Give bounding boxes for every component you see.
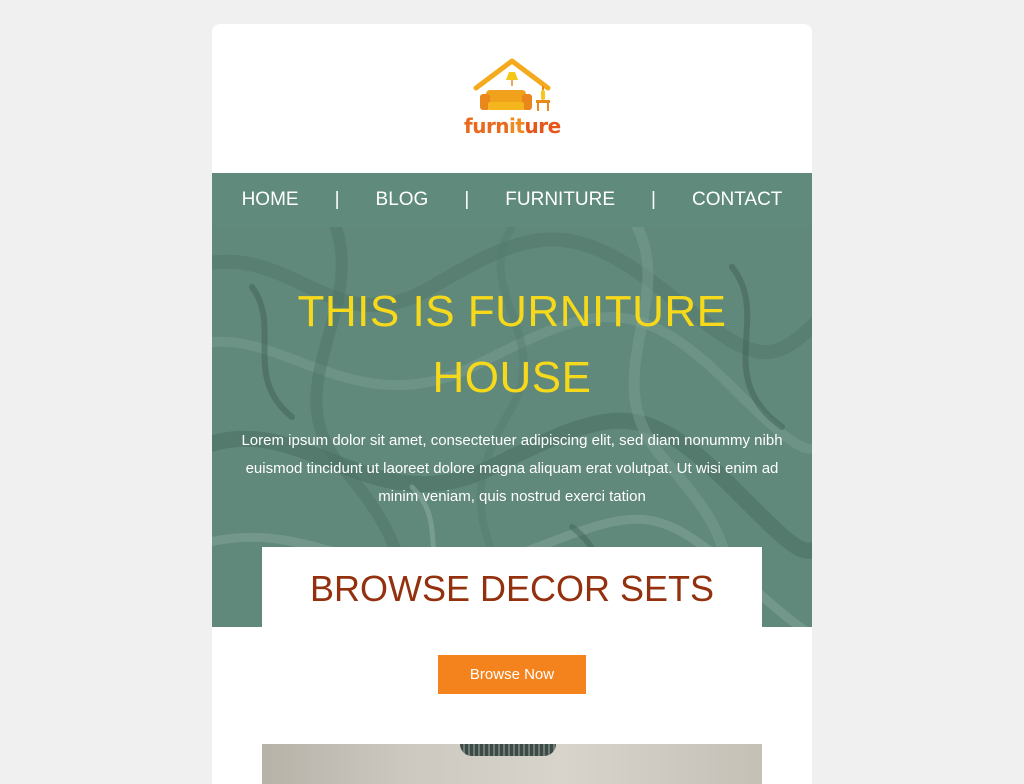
hero-title: THIS IS FURNITURE HOUSE (212, 279, 812, 411)
nav-contact-link[interactable]: CONTACT (692, 189, 782, 211)
logo-wordmark: furniture (464, 114, 561, 138)
decor-heading-box: BROWSE DECOR SETS (262, 547, 762, 627)
logo-header: furniture (212, 24, 812, 173)
nav-separator: | (651, 189, 656, 210)
house-sofa-lamp-icon (473, 58, 551, 111)
nav-home-link[interactable]: HOME (242, 189, 299, 211)
nav-furniture-link[interactable]: FURNITURE (505, 189, 615, 211)
browse-now-button[interactable]: Browse Now (438, 655, 586, 694)
nav-separator: | (464, 189, 470, 210)
nav-blog-link[interactable]: BLOG (376, 189, 429, 211)
hero-banner: THIS IS FURNITURE HOUSE Lorem ipsum dolo… (212, 227, 812, 627)
furniture-logo[interactable]: furniture (464, 58, 561, 148)
email-card: furniture HOME | BLOG | FURNITURE | CONT… (212, 24, 812, 784)
hero-title-line-2: HOUSE (432, 353, 592, 402)
hero-title-line-1: THIS IS FURNITURE (297, 287, 727, 336)
decor-title: BROWSE DECOR SETS (309, 568, 715, 609)
hero-description: Lorem ipsum dolor sit amet, consectetuer… (241, 432, 783, 505)
pendant-lamp-shape (460, 744, 556, 756)
nav-separator: | (334, 189, 340, 210)
main-nav: HOME | BLOG | FURNITURE | CONTACT (212, 173, 812, 227)
featured-interior-image (262, 744, 762, 784)
